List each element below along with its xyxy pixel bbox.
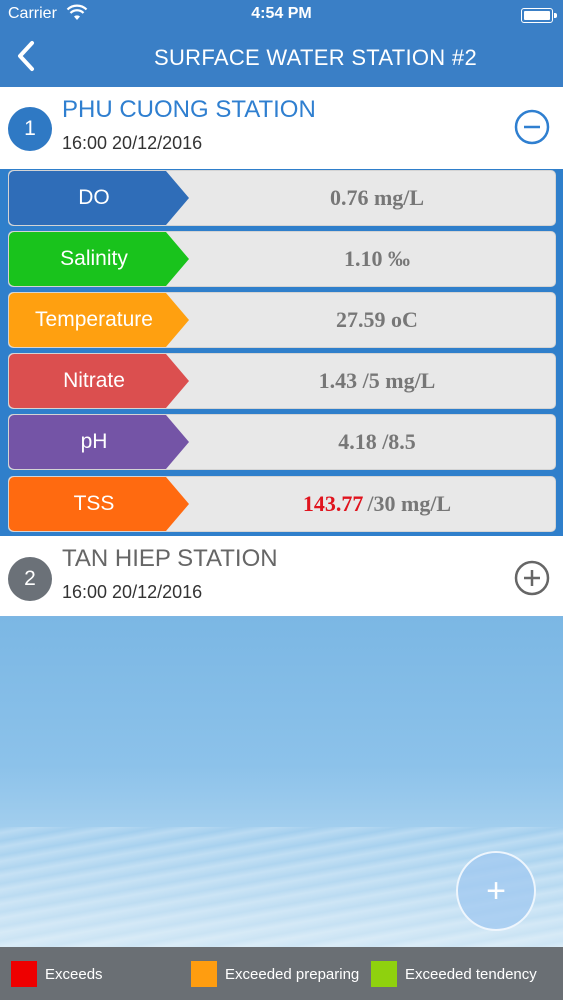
legend-label: Exceeded tendency [405, 965, 537, 983]
navigation-bar: Carrier 4:54 PM SURFACE WATER STATION #2 [0, 0, 563, 87]
parameter-tag: TSS [9, 477, 189, 531]
legend-bar: Exceeds Exceeded preparing Exceeded tend… [0, 947, 563, 1000]
add-station-button[interactable]: + [456, 851, 536, 931]
status-time: 4:54 PM [251, 5, 312, 22]
exceeded-value: 143.77 [302, 491, 364, 516]
expand-plus-circle-icon[interactable] [514, 560, 550, 596]
parameter-value: 1.10 ‰ [344, 246, 410, 271]
legend-swatch [11, 961, 37, 987]
parameter-row-ph[interactable]: pH 4.18 /8.5 [8, 414, 556, 470]
parameter-value: 1.43 /5 mg/L [318, 368, 436, 393]
parameter-tag: Salinity [9, 232, 189, 286]
station-datetime: 16:00 20/12/2016 [62, 582, 203, 602]
station-name: PHU CUONG STATION [62, 96, 316, 123]
legend-label: Exceeds [45, 965, 103, 983]
parameter-row-temperature[interactable]: Temperature 27.59 oC [8, 292, 556, 348]
parameter-value: 0.76 mg/L [329, 185, 425, 210]
legend-label: Exceeded preparing [225, 965, 360, 983]
station-header-1[interactable]: 1 PHU CUONG STATION 16:00 20/12/2016 [0, 87, 563, 169]
parameter-value: 27.59 oC [336, 307, 418, 332]
parameter-tag: pH [9, 415, 189, 469]
station-header-2[interactable]: 2 TAN HIEP STATION 16:00 20/12/2016 [0, 536, 563, 616]
legend-swatch [371, 961, 397, 987]
parameter-tag: DO [9, 171, 189, 225]
page-title: SURFACE WATER STATION #2 [154, 45, 477, 70]
parameter-row-tss[interactable]: TSS 143.77 /30 mg/L [8, 476, 556, 532]
parameter-row-nitrate[interactable]: Nitrate 1.43 /5 mg/L [8, 353, 556, 409]
battery-icon [521, 8, 557, 23]
collapse-minus-circle-icon[interactable] [514, 109, 550, 145]
parameter-row-salinity[interactable]: Salinity 1.10 ‰ [8, 231, 556, 287]
parameter-tag: Nitrate [9, 354, 189, 408]
station-number-badge: 2 [8, 557, 52, 601]
legend-item-exceeded-preparing: Exceeded preparing [191, 961, 359, 987]
parameters-panel: DO 0.76 mg/L Salinity 1.10 ‰ Temperature… [0, 169, 563, 536]
station-datetime: 16:00 20/12/2016 [62, 133, 203, 153]
legend-item-exceeds: Exceeds [11, 961, 103, 987]
limit-value: /30 mg/L [367, 491, 452, 516]
parameter-value: 4.18 /8.5 [338, 429, 416, 454]
legend-item-exceeded-tendency: Exceeded tendency [371, 961, 537, 987]
station-number-badge: 1 [8, 107, 52, 151]
parameter-tag: Temperature [9, 293, 189, 347]
station-name: TAN HIEP STATION [62, 545, 278, 572]
status-bar: Carrier 4:54 PM [0, 0, 563, 30]
parameter-value: 143.77 /30 mg/L [199, 477, 555, 531]
legend-swatch [191, 961, 217, 987]
parameter-row-do[interactable]: DO 0.76 mg/L [8, 170, 556, 226]
